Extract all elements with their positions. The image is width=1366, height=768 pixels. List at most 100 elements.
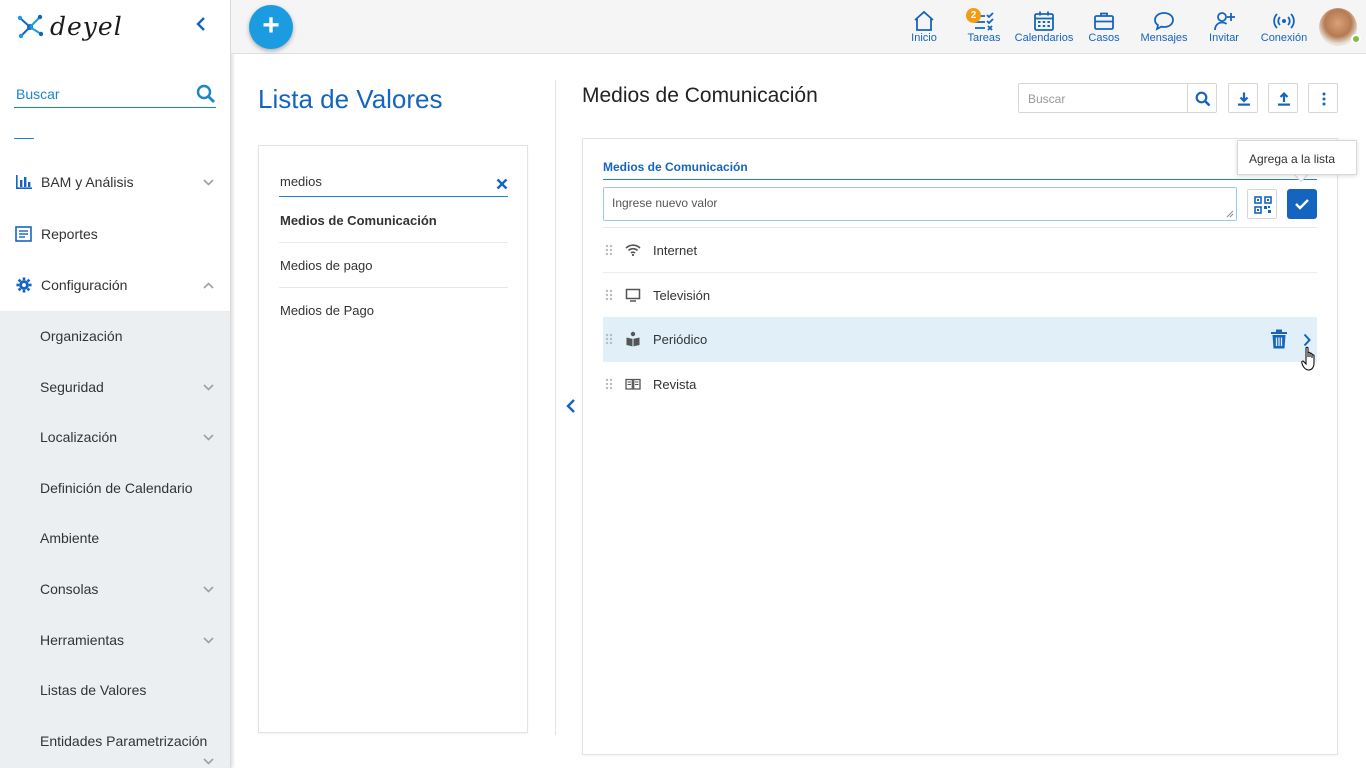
chevron-up-icon — [203, 282, 214, 289]
value-label: Internet — [653, 243, 698, 258]
more-vertical-icon — [1322, 92, 1326, 106]
logo-mark-icon — [17, 14, 44, 39]
monitor-icon — [625, 288, 641, 302]
hand-cursor-icon — [1301, 346, 1315, 371]
sidebar-search-input[interactable]: Buscar — [14, 83, 216, 108]
value-row-television[interactable]: Televisión — [603, 273, 1317, 318]
report-icon — [15, 226, 32, 242]
list-item-label: Medios de Comunicación — [280, 213, 437, 228]
magazine-icon — [625, 378, 641, 390]
tasks-badge: 2 — [966, 8, 981, 23]
sidebar-subitem-organizacion[interactable]: Organización — [0, 311, 230, 361]
sidebar-item-configuracion[interactable]: Configuración — [0, 260, 230, 310]
sidebar-subitem-label: Consolas — [40, 581, 99, 597]
chevron-down-icon — [203, 434, 214, 441]
sidebar-divider — [14, 138, 34, 139]
wifi-icon — [625, 244, 641, 257]
new-value-input[interactable]: Ingrese nuevo valor — [603, 187, 1237, 221]
column-divider — [555, 80, 556, 735]
nav-inicio[interactable]: Inicio — [894, 0, 954, 54]
chevron-left-icon — [196, 17, 205, 31]
list-item-label: Medios de pago — [280, 258, 373, 273]
chevron-right-icon[interactable] — [1303, 333, 1311, 347]
drag-handle-icon[interactable] — [605, 333, 613, 345]
sidebar-item-reportes[interactable]: Reportes — [0, 209, 230, 259]
drag-handle-icon[interactable] — [605, 289, 613, 301]
online-status-icon — [1351, 34, 1361, 44]
chat-icon — [1154, 12, 1174, 31]
sidebar-subitem-label: Entidades Parametrización — [40, 733, 208, 749]
nav-label: Mensajes — [1140, 32, 1188, 44]
detail-search-placeholder: Buscar — [1028, 92, 1066, 106]
sidebar-subitem-entidades-parametrizacion[interactable]: Entidades Parametrización — [0, 716, 230, 766]
value-lists-panel: medios Medios de Comunicación Medios de … — [258, 145, 528, 733]
chevron-down-icon — [203, 637, 214, 644]
trash-icon[interactable] — [1270, 329, 1288, 349]
add-button[interactable]: + — [249, 5, 293, 49]
nav-label: Conexión — [1260, 32, 1308, 44]
upload-button[interactable] — [1268, 83, 1298, 113]
value-row-internet[interactable]: Internet — [603, 228, 1317, 273]
nav-mensajes[interactable]: Mensajes — [1134, 0, 1194, 54]
nav-tareas[interactable]: 2 Tareas — [954, 0, 1014, 54]
nav-conexion[interactable]: Conexión — [1254, 0, 1314, 54]
clear-filter-icon[interactable] — [496, 178, 508, 190]
detail-search-input[interactable]: Buscar — [1018, 83, 1188, 113]
value-row-revista[interactable]: Revista — [603, 362, 1317, 407]
card-label: Medios de Comunicación — [603, 160, 748, 174]
sidebar-subitem-herramientas[interactable]: Herramientas — [0, 615, 230, 665]
gear-icon — [16, 277, 32, 293]
drag-handle-icon[interactable] — [605, 378, 613, 390]
list-item-medios-comunicacion[interactable]: Medios de Comunicación — [279, 198, 508, 243]
bar-chart-icon — [16, 175, 32, 189]
card-label-underline — [603, 179, 1317, 180]
download-button[interactable] — [1228, 83, 1258, 113]
list-filter-input[interactable]: medios — [279, 172, 508, 197]
sidebar-subitem-localizacion[interactable]: Localización — [0, 412, 230, 462]
nav-label: Tareas — [967, 32, 1001, 44]
nav-calendarios[interactable]: Calendarios — [1014, 0, 1074, 54]
value-label: Revista — [653, 377, 697, 392]
deyel-logo[interactable]: deyel — [14, 10, 123, 42]
collapse-sidebar-button[interactable] — [196, 16, 212, 36]
briefcase-icon — [1094, 12, 1114, 30]
sidebar-subitem-ambiente[interactable]: Ambiente — [0, 513, 230, 563]
list-filter-value: medios — [280, 174, 322, 189]
sidebar-subitem-seguridad[interactable]: Seguridad — [0, 362, 230, 412]
nav-label: Calendarios — [1014, 32, 1074, 44]
configuracion-submenu: Organización Seguridad Localización Defi… — [0, 311, 230, 768]
add-to-list-button[interactable] — [1287, 189, 1317, 219]
drag-handle-icon[interactable] — [605, 244, 613, 256]
list-item-medios-de-pago[interactable]: Medios de pago — [279, 243, 508, 288]
qr-code-icon — [1254, 196, 1272, 214]
resize-handle-icon[interactable] — [1226, 210, 1234, 218]
list-item-label: Medios de Pago — [280, 303, 374, 318]
page-title: Lista de Valores — [258, 84, 443, 114]
qr-button[interactable] — [1247, 189, 1277, 219]
sidebar-subitem-consolas[interactable]: Consolas — [0, 564, 230, 614]
sidebar-item-bam[interactable]: BAM y Análisis — [0, 157, 230, 207]
invite-user-icon — [1214, 12, 1235, 31]
sidebar-search-placeholder: Buscar — [16, 86, 60, 102]
value-row-periodico[interactable]: Periódico — [603, 317, 1317, 362]
chevron-down-icon — [203, 758, 214, 765]
sidebar-subitem-label: Localización — [40, 429, 118, 445]
check-icon — [1295, 199, 1309, 210]
nav-label: Casos — [1088, 32, 1120, 44]
upload-icon — [1278, 91, 1290, 106]
more-options-button[interactable] — [1308, 83, 1338, 113]
search-button[interactable] — [1187, 83, 1217, 113]
sidebar-subitem-definicion-calendario[interactable]: Definición de Calendario — [0, 463, 230, 513]
values-card: Medios de Comunicación Ingrese nuevo val… — [582, 138, 1338, 755]
nav-casos[interactable]: Casos — [1074, 0, 1134, 54]
nav-invitar[interactable]: Invitar — [1194, 0, 1254, 54]
add-to-list-tooltip: Agrega a la lista — [1237, 140, 1357, 175]
sidebar-subitem-listas-valores[interactable]: Listas de Valores — [0, 665, 230, 715]
list-item-medios-de-pago-2[interactable]: Medios de Pago — [279, 288, 508, 333]
tooltip-text: Agrega a la lista — [1249, 152, 1336, 166]
search-icon[interactable] — [196, 84, 216, 104]
calendar-icon — [1034, 11, 1054, 31]
chevron-down-icon — [203, 384, 214, 391]
detail-title: Medios de Comunicación — [582, 84, 818, 107]
collapse-list-button[interactable] — [566, 398, 576, 419]
